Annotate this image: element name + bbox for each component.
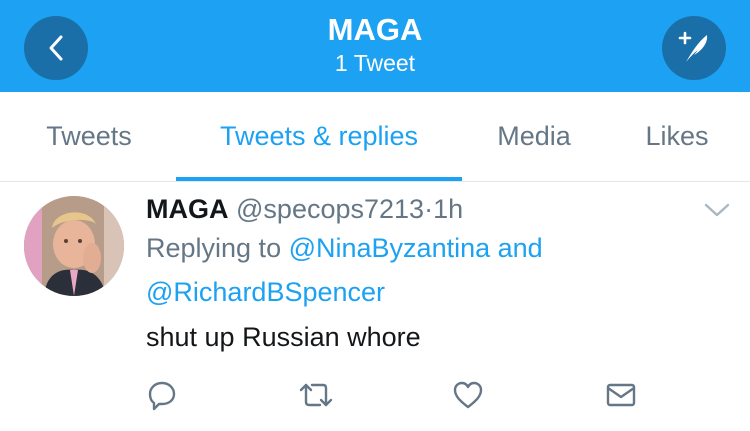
mention-link[interactable]: @NinaByzantina xyxy=(289,233,491,263)
active-tab-indicator xyxy=(176,177,462,181)
envelope-icon xyxy=(606,383,636,407)
avatar-photo xyxy=(24,196,124,296)
replying-to-line: Replying to @NinaByzantina and xyxy=(146,232,543,264)
tweet-text: shut up Russian whore xyxy=(146,322,421,352)
tab-likes[interactable]: Likes xyxy=(622,92,732,181)
reply-icon xyxy=(148,381,176,411)
replying-to-line-2: @RichardBSpencer xyxy=(146,276,385,308)
like-button[interactable] xyxy=(450,378,486,412)
heart-icon xyxy=(453,381,483,409)
tweet-time[interactable]: 1h xyxy=(433,194,463,224)
profile-tabs: Tweets Tweets & replies Media Likes xyxy=(0,92,750,182)
compose-tweet-icon xyxy=(678,31,708,62)
replying-to-label: Replying to xyxy=(146,233,282,263)
mention-link[interactable]: @RichardBSpencer xyxy=(146,277,385,307)
header-title: MAGA xyxy=(327,12,423,47)
tab-tweets-and-replies[interactable]: Tweets & replies xyxy=(176,92,462,181)
separator-dot: · xyxy=(424,194,434,224)
avatar[interactable] xyxy=(24,196,124,296)
header-tweet-count: 1 Tweet xyxy=(334,50,416,76)
chevron-down-icon[interactable] xyxy=(703,200,731,220)
compose-tweet-button[interactable] xyxy=(662,16,726,80)
tab-media[interactable]: Media xyxy=(474,92,594,181)
retweet-icon xyxy=(299,383,333,407)
user-handle[interactable]: @specops7213 xyxy=(236,194,424,224)
tab-tweets[interactable]: Tweets xyxy=(20,92,158,181)
direct-message-button[interactable] xyxy=(603,378,639,412)
mention-joiner: and xyxy=(497,233,543,263)
reply-button[interactable] xyxy=(144,378,180,412)
display-name[interactable]: MAGA xyxy=(146,194,229,224)
profile-header: MAGA 1 Tweet xyxy=(0,0,750,92)
tweet-header: MAGA @specops7213·1h xyxy=(146,193,463,225)
retweet-button[interactable] xyxy=(298,378,334,412)
